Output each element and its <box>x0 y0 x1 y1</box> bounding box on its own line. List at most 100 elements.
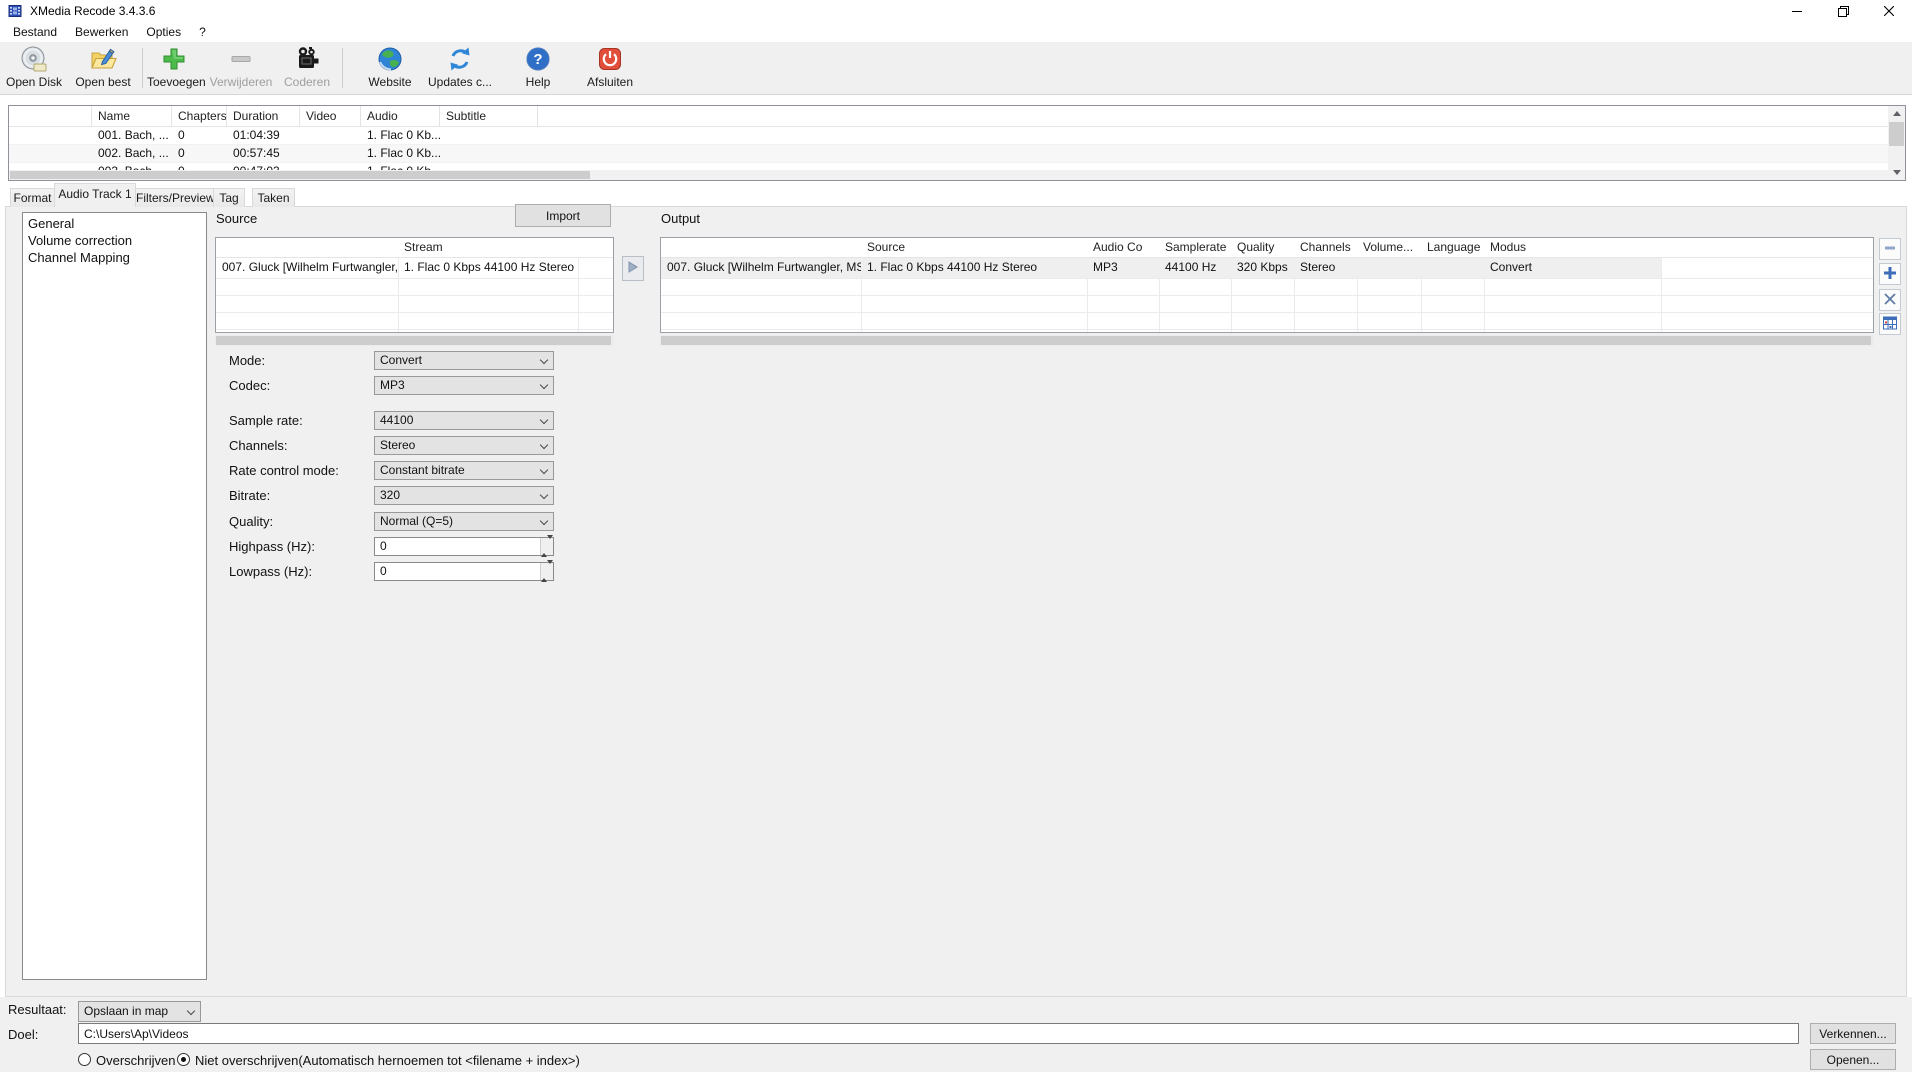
column-audio[interactable]: Audio <box>361 106 440 126</box>
lowpass-spinner[interactable]: 0 <box>374 562 554 581</box>
result-select[interactable]: Opslaan in map <box>78 1001 201 1022</box>
tab-taken[interactable]: Taken <box>252 188 295 207</box>
add-button[interactable]: Toevoegen <box>147 45 201 91</box>
open-destination-button[interactable]: Openen... <box>1810 1049 1896 1070</box>
no-overwrite-radio-label[interactable]: Niet overschrijven(Automatisch hernoemen… <box>195 1053 580 1068</box>
file-row-1[interactable]: 001. Bach, ... 0 01:04:39 1. Flac 0 Kb..… <box>9 127 1888 145</box>
exit-button[interactable]: Afsluiten <box>577 45 643 91</box>
source-row[interactable]: 007. Gluck [Wilhelm Furtwangler,... 1. F… <box>216 258 613 278</box>
channels-label: Channels: <box>229 438 288 453</box>
apply-to-all-button[interactable] <box>1879 313 1901 335</box>
overwrite-radio-label[interactable]: Overschrijven <box>96 1053 175 1068</box>
source-column-stream[interactable]: Stream <box>398 238 578 257</box>
source-table-header: Stream <box>216 238 613 258</box>
list-item-channel-mapping[interactable]: Channel Mapping <box>23 249 206 266</box>
browse-button[interactable]: Verkennen... <box>1810 1023 1896 1044</box>
output-column-language[interactable]: Language <box>1421 238 1484 257</box>
folder-icon <box>89 45 117 73</box>
output-column-audio-codec[interactable]: Audio Co <box>1087 238 1159 257</box>
column-select[interactable] <box>9 106 92 126</box>
scroll-up-icon[interactable] <box>1888 106 1905 121</box>
chevron-down-icon <box>540 381 548 389</box>
menubar: Bestand Bewerken Opties ? <box>0 22 1912 42</box>
menu-bewerken[interactable]: Bewerken <box>66 23 137 41</box>
encode-camera-icon <box>293 45 321 73</box>
source-hscrollbar[interactable] <box>215 335 614 346</box>
quality-select[interactable]: Normal (Q=5) <box>374 512 554 531</box>
overwrite-radio[interactable] <box>78 1053 91 1066</box>
hscrollbar-thumb[interactable] <box>10 171 590 179</box>
tab-tag[interactable]: Tag <box>213 188 245 207</box>
output-column-volume[interactable]: Volume... <box>1357 238 1421 257</box>
scroll-down-icon[interactable] <box>1888 165 1905 180</box>
column-video[interactable]: Video <box>300 106 361 126</box>
chevron-down-icon <box>540 491 548 499</box>
output-column-modus[interactable]: Modus <box>1484 238 1661 257</box>
output-hscrollbar-thumb[interactable] <box>661 336 1871 345</box>
no-overwrite-radio[interactable] <box>177 1053 190 1066</box>
import-button[interactable]: Import <box>515 204 611 227</box>
column-chapters[interactable]: Chapters <box>172 106 227 126</box>
open-file-button[interactable]: Open best <box>70 45 136 91</box>
column-subtitle[interactable]: Subtitle <box>440 106 538 126</box>
column-duration[interactable]: Duration <box>227 106 300 126</box>
track-clear-button[interactable] <box>1879 289 1901 311</box>
xmedia-recode-window: XMedia Recode 3.4.3.6 Bestand Bewerken O… <box>0 0 1912 1072</box>
output-column-channels[interactable]: Channels <box>1294 238 1357 257</box>
channels-select[interactable]: Stereo <box>374 436 554 455</box>
minus-icon <box>227 45 255 73</box>
tab-audio-track-1[interactable]: Audio Track 1 <box>54 183 136 207</box>
output-label: Output <box>661 211 700 226</box>
grid-icon <box>1882 315 1898 334</box>
track-remove-button[interactable] <box>1879 238 1901 260</box>
help-button[interactable]: ? Help <box>515 45 561 91</box>
spin-down-icon <box>547 560 553 578</box>
close-button[interactable] <box>1866 0 1912 22</box>
quality-label: Quality: <box>229 514 273 529</box>
output-column-samplerate[interactable]: Samplerate <box>1159 238 1231 257</box>
tab-format[interactable]: Format <box>10 188 55 207</box>
spinner-buttons[interactable] <box>540 538 553 555</box>
website-button[interactable]: Website <box>357 45 423 91</box>
codec-label: Codec: <box>229 378 270 393</box>
audio-settings-list: General Volume correction Channel Mappin… <box>22 212 207 980</box>
output-column-quality[interactable]: Quality <box>1231 238 1294 257</box>
plus-icon <box>160 45 188 73</box>
rate-control-select[interactable]: Constant bitrate <box>374 461 554 480</box>
source-hscrollbar-thumb[interactable] <box>216 336 611 345</box>
list-item-volume-correction[interactable]: Volume correction <box>23 232 206 249</box>
output-row-selected[interactable]: 007. Gluck [Wilhelm Furtwangler, MS... 1… <box>661 258 1873 278</box>
transfer-arrow-button[interactable] <box>622 256 644 281</box>
file-list-hscrollbar[interactable] <box>9 170 1888 180</box>
menu-opties[interactable]: Opties <box>137 23 190 41</box>
vscrollbar-thumb[interactable] <box>1889 122 1904 146</box>
column-name[interactable]: Name <box>92 106 172 126</box>
sample-rate-label: Sample rate: <box>229 413 303 428</box>
sample-rate-select[interactable]: 44100 <box>374 411 554 430</box>
refresh-icon <box>446 45 474 73</box>
disc-icon <box>20 45 48 73</box>
minimize-button[interactable] <box>1774 0 1820 22</box>
open-disk-button[interactable]: Open Disk <box>2 45 66 91</box>
file-row-2[interactable]: 002. Bach, ... 0 00:57:45 1. Flac 0 Kb..… <box>9 145 1888 163</box>
spinner-buttons[interactable] <box>540 563 553 580</box>
file-list: Name Chapters Duration Video Audio Subti… <box>8 105 1906 181</box>
globe-icon <box>376 45 404 73</box>
mode-select[interactable]: Convert <box>374 351 554 370</box>
output-hscrollbar[interactable] <box>660 335 1874 346</box>
file-row-3[interactable]: 003. Bach, ... 0 00:47:03 1. Flac 0 Kb..… <box>9 163 1888 170</box>
list-item-general[interactable]: General <box>23 215 206 232</box>
menu-bestand[interactable]: Bestand <box>4 23 66 41</box>
updates-button[interactable]: Updates c... <box>425 45 495 91</box>
menu-help[interactable]: ? <box>190 23 215 41</box>
codec-select[interactable]: MP3 <box>374 376 554 395</box>
tab-filters-preview[interactable]: Filters/Preview <box>135 188 214 207</box>
file-list-vscrollbar[interactable] <box>1888 106 1905 180</box>
encode-button: Coderen <box>279 45 335 91</box>
output-column-source[interactable]: Source <box>861 238 1087 257</box>
bitrate-select[interactable]: 320 <box>374 486 554 505</box>
destination-input[interactable] <box>78 1023 1799 1044</box>
restore-button[interactable] <box>1820 0 1866 22</box>
highpass-spinner[interactable]: 0 <box>374 537 554 556</box>
track-add-button[interactable] <box>1879 263 1901 285</box>
